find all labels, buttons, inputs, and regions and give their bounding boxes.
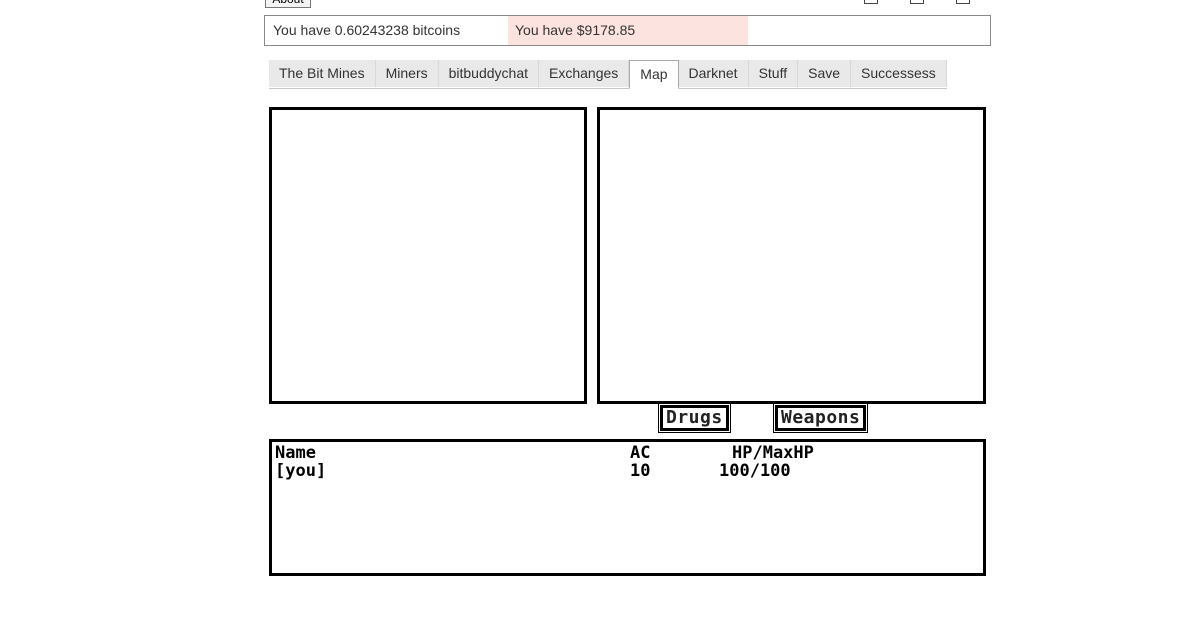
drugs-button[interactable]: Drugs	[658, 403, 731, 433]
usd-balance: You have $9178.85	[515, 22, 636, 38]
tab-bitbuddychat[interactable]: bitbuddychat	[438, 60, 540, 87]
bitcoin-balance: You have 0.60243238 bitcoins	[273, 22, 461, 38]
map-panel[interactable]	[269, 107, 587, 404]
hp-column-header: HP/MaxHP	[732, 443, 814, 463]
tab-save[interactable]: Save	[798, 60, 852, 87]
party-stats-panel: Name AC HP/MaxHP [you] 10 100/100	[269, 439, 986, 576]
tab-the-bit-mines[interactable]: The Bit Mines	[269, 60, 376, 87]
name-column-header: Name	[275, 443, 316, 463]
ac-column-header: AC	[630, 443, 651, 463]
party-member-ac: 10	[630, 461, 651, 481]
location-view-panel[interactable]	[597, 107, 986, 404]
tab-bar: The Bit Mines Miners bitbuddychat Exchan…	[269, 60, 947, 89]
tab-stuff[interactable]: Stuff	[748, 60, 799, 87]
tab-darknet[interactable]: Darknet	[678, 60, 749, 87]
tab-exchanges[interactable]: Exchanges	[539, 60, 630, 87]
party-member-hp: 100/100	[719, 461, 791, 481]
window-control-checkbox[interactable]	[864, 0, 878, 4]
tab-miners[interactable]: Miners	[375, 60, 439, 87]
window-control-checkbox[interactable]	[956, 0, 970, 4]
balance-bar: You have 0.60243238 bitcoins You have $9…	[264, 15, 991, 46]
usd-balance-box: You have $9178.85	[508, 16, 748, 45]
about-button[interactable]: About	[265, 0, 311, 8]
party-member-name: [you]	[275, 461, 327, 481]
tab-successess[interactable]: Successess	[851, 60, 947, 87]
tab-map[interactable]: Map	[629, 60, 679, 89]
window-control-checkbox[interactable]	[910, 0, 924, 4]
weapons-button[interactable]: Weapons	[772, 403, 869, 433]
